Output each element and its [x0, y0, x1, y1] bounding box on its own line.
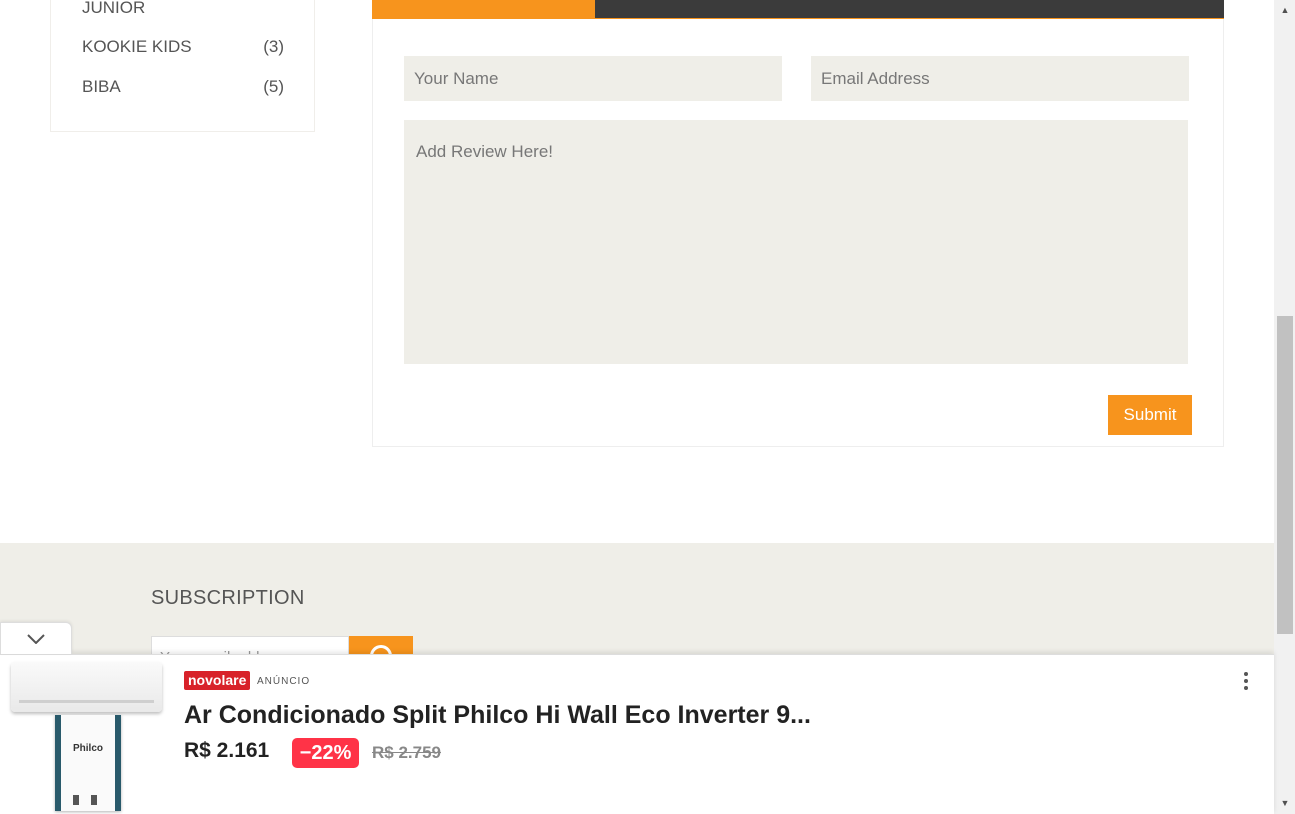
ad-product-title[interactable]: Ar Condicionado Split Philco Hi Wall Eco…	[184, 701, 811, 730]
brand-item-label: BIBA	[82, 77, 121, 96]
ac-indoor-unit-image	[11, 662, 162, 712]
review-textarea[interactable]	[404, 120, 1188, 364]
submit-button[interactable]: Submit	[1108, 395, 1192, 435]
box-detail	[73, 795, 79, 805]
ad-collapse-button[interactable]	[0, 622, 72, 654]
more-options-icon[interactable]	[1240, 670, 1252, 692]
email-input[interactable]	[811, 56, 1189, 101]
page: JUNIOR KOOKIE KIDS (3) BIBA (5) Submit S…	[0, 0, 1295, 814]
brand-item-biba[interactable]: BIBA (5)	[82, 75, 284, 99]
brand-item-kookie-kids[interactable]: KOOKIE KIDS (3)	[82, 35, 284, 59]
ad-price: R$ 2.161	[184, 739, 270, 762]
ad-old-price: R$ 2.759	[372, 743, 441, 762]
brand-item-count: (5)	[263, 77, 284, 96]
ad-tag: ANÚNCIO	[257, 676, 311, 687]
brand-item-count: (3)	[263, 37, 284, 56]
ac-vent	[19, 700, 154, 703]
tab-active[interactable]	[372, 0, 595, 18]
brand-item-label: KOOKIE KIDS	[82, 37, 192, 56]
review-tabs-bar	[372, 0, 1224, 19]
dot	[1244, 686, 1248, 690]
product-box-label: Philco	[72, 743, 103, 754]
ad-discount-badge: −22%	[292, 738, 359, 768]
name-input[interactable]	[404, 56, 782, 101]
scrollbar-thumb[interactable]	[1277, 316, 1293, 634]
brand-item-label: JUNIOR	[82, 0, 146, 17]
dot	[1244, 672, 1248, 676]
scroll-down-arrow-icon[interactable]: ▼	[1278, 797, 1292, 809]
brand-item-junior[interactable]: JUNIOR	[82, 0, 284, 20]
scroll-up-arrow-icon[interactable]: ▲	[1278, 4, 1292, 16]
dot	[1244, 679, 1248, 683]
product-box-image: Philco	[55, 715, 121, 811]
box-detail	[91, 795, 97, 805]
chevron-down-icon	[27, 634, 45, 644]
ad-brand-logo: novolare	[184, 671, 251, 690]
subscription-title: SUBSCRIPTION	[151, 587, 305, 609]
